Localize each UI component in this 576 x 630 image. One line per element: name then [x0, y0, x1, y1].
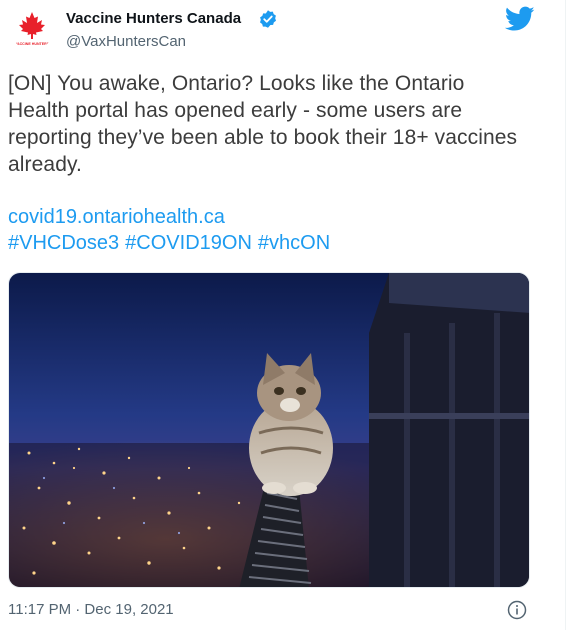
maple-leaf-icon: VACCINE HUNTERS: [10, 6, 54, 50]
hashtag-link[interactable]: #COVID19ON: [125, 232, 252, 254]
card-divider: [565, 0, 566, 630]
info-icon[interactable]: [507, 600, 527, 620]
author-display-name[interactable]: Vaccine Hunters Canada: [66, 10, 241, 27]
tweet-card: VACCINE HUNTERS Vaccine Hunters Canada @…: [0, 0, 576, 630]
verified-badge-icon: [260, 10, 276, 28]
tweet-url-link[interactable]: covid19.ontariohealth.ca: [8, 204, 528, 230]
tweet-links: covid19.ontariohealth.ca #VHCDose3 #COVID…: [8, 204, 528, 256]
author-handle[interactable]: @VaxHuntersCan: [66, 33, 186, 50]
tweet-timestamp[interactable]: 11:17 PM · Dec 19, 2021: [8, 601, 174, 618]
avatar[interactable]: VACCINE HUNTERS: [10, 6, 54, 50]
tweet-media-image[interactable]: [8, 272, 530, 588]
hashtag-list: #VHCDose3 #COVID19ON #vhcON: [8, 230, 528, 256]
cat-on-balcony-railing-photo: [9, 273, 529, 587]
hashtag-link[interactable]: #VHCDose3: [8, 232, 119, 254]
avatar-logo-text: VACCINE HUNTERS: [15, 42, 50, 46]
tweet-body-text: [ON] You awake, Ontario? Looks like the …: [8, 72, 518, 176]
hashtag-link[interactable]: #vhcON: [258, 232, 330, 254]
twitter-bird-icon[interactable]: [505, 6, 535, 32]
